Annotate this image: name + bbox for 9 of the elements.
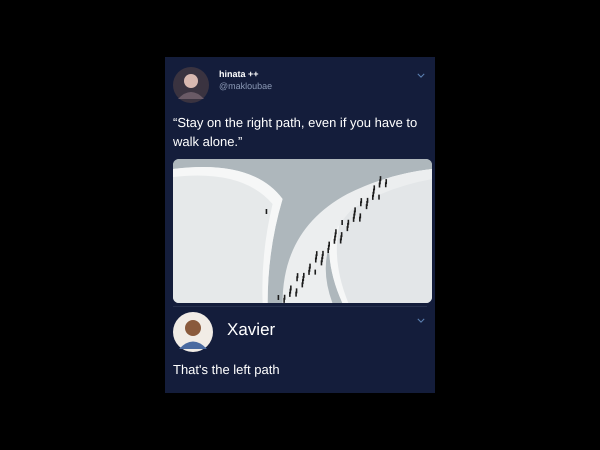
avatar-icon[interactable] <box>173 312 213 352</box>
chevron-icon[interactable] <box>417 73 425 78</box>
author-name[interactable]: Xavier <box>227 320 403 340</box>
author-handle[interactable]: @makloubae <box>219 81 407 91</box>
author-name[interactable]: hinata ++ <box>219 69 407 79</box>
chevron-icon[interactable] <box>417 318 425 323</box>
tweet-text: “Stay on the right path, even if you have to walk alone.” <box>173 114 418 151</box>
avatar-icon[interactable] <box>173 67 209 103</box>
reply-text: That's the left path <box>173 362 281 377</box>
